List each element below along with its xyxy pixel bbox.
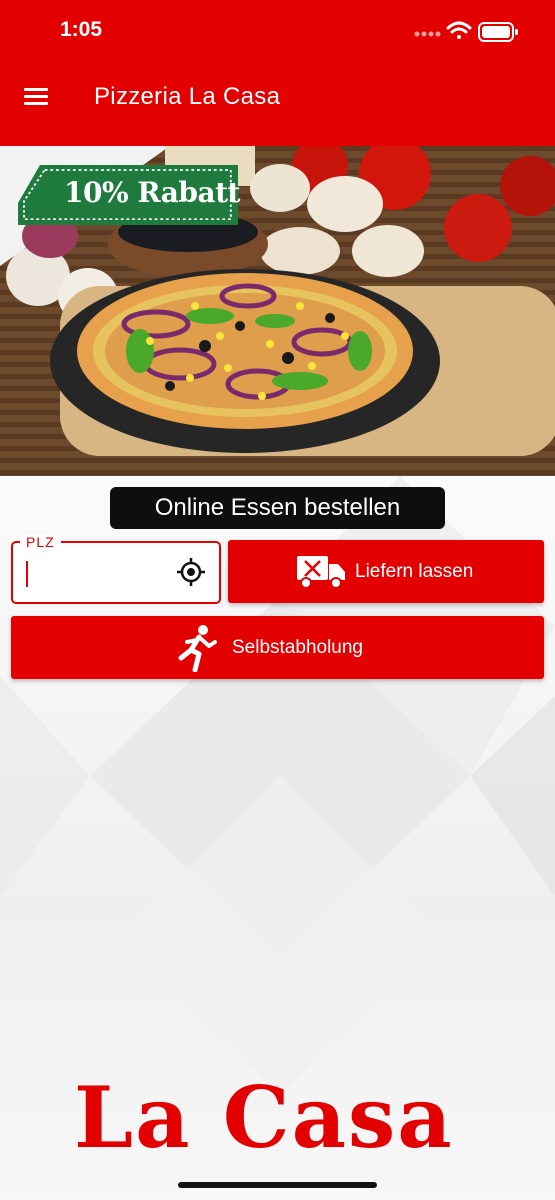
pickup-button[interactable]: Selbstabholung: [11, 616, 544, 679]
discount-text: 10% Rabatt: [64, 176, 240, 209]
order-online-heading: Online Essen bestellen: [110, 487, 445, 529]
crosshair-locate-icon[interactable]: [176, 557, 206, 587]
plz-label: PLZ: [20, 534, 61, 550]
home-indicator: [178, 1182, 377, 1188]
status-icons: [414, 21, 518, 42]
battery-icon: [478, 22, 518, 42]
app-bar: 1:05 Pizzeria La Casa: [0, 0, 555, 146]
signal-icon: [414, 31, 441, 37]
status-time: 1:05: [60, 18, 103, 41]
wifi-icon: [446, 21, 472, 39]
plz-input[interactable]: [25, 558, 165, 588]
brand-logo: La Casa: [74, 1068, 454, 1167]
delivery-truck-icon: [297, 556, 345, 589]
menu-button[interactable]: [18, 82, 54, 112]
pickup-label: Selbstabholung: [232, 637, 363, 658]
deliver-button[interactable]: Liefern lassen: [228, 540, 544, 603]
running-person-icon: [178, 625, 217, 672]
text-cursor: [26, 561, 28, 587]
deliver-label: Liefern lassen: [355, 561, 474, 582]
page-title: Pizzeria La Casa: [94, 83, 281, 110]
